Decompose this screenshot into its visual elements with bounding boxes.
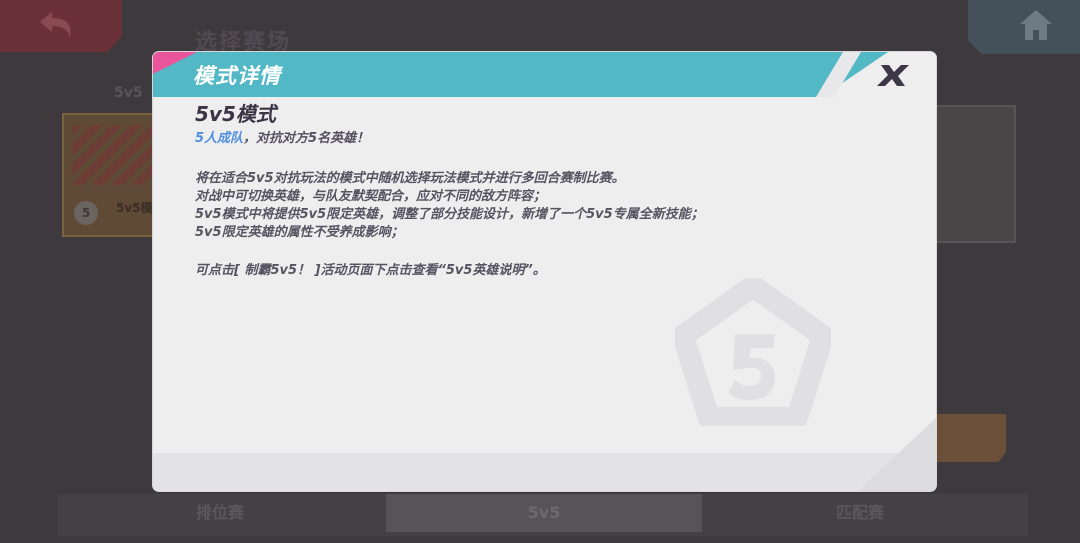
- description-line: 将在适合5v5对抗玩法的模式中随机选择玩法模式并进行多回合赛制比赛。: [195, 171, 625, 186]
- mode-details-modal: 模式详情 5v5模式 5人成队，对抗对方5名英雄！ 将在适合5v5对抗玩法的模式…: [153, 52, 936, 491]
- description-line: 5v5限定英雄的属性不受养成影响；: [195, 225, 404, 240]
- description-line: 对战中可切换英雄，与队友默契配合，应对不同的敌方阵容；: [195, 189, 547, 204]
- mode-tile-right[interactable]: [930, 105, 1016, 243]
- subtitle-highlight: 5人成队: [195, 131, 244, 146]
- home-button[interactable]: [968, 0, 1080, 54]
- close-x-icon: [877, 65, 909, 86]
- tab-ranked[interactable]: 排位赛: [150, 494, 290, 532]
- mode-subtitle: 5人成队，对抗对方5名英雄！: [195, 130, 895, 148]
- subtitle-rest: ，对抗对方5名英雄！: [243, 131, 370, 146]
- pentagon-5-emblem-icon: [672, 275, 834, 430]
- mode-tile-5v5[interactable]: 5 5v5模: [62, 113, 162, 237]
- mode-tab-label: 5v5: [114, 85, 143, 101]
- tile-badge: 5: [74, 201, 98, 225]
- modal-content: 5v5模式 5人成队，对抗对方5名英雄！ 将在适合5v5对抗玩法的模式中随机选择…: [195, 102, 895, 280]
- back-arrow-icon: [40, 12, 71, 38]
- tile-label: 5v5模: [116, 201, 153, 215]
- close-button[interactable]: [871, 58, 915, 92]
- modal-header: 模式详情: [153, 52, 936, 97]
- mode-name: 5v5模式: [195, 102, 276, 126]
- mode-description: 将在适合5v5对抗玩法的模式中随机选择玩法模式并进行多回合赛制比赛。 对战中可切…: [195, 170, 895, 242]
- hero-info-note: 可点击[ 制霸5v5！ ]活动页面下点击查看“5v5英雄说明”。: [195, 263, 546, 278]
- modal-footer: [153, 453, 936, 491]
- tile-art: [72, 125, 152, 185]
- back-button[interactable]: [0, 0, 122, 52]
- start-button-bg[interactable]: [930, 414, 1006, 462]
- modal-title: 模式详情: [193, 64, 281, 88]
- description-line: 5v5模式中将提供5v5限定英雄，调整了部分技能设计，新增了一个5v5专属全新技…: [195, 207, 704, 222]
- tab-5v5[interactable]: 5v5: [386, 494, 702, 532]
- home-icon: [1020, 10, 1052, 40]
- tab-match[interactable]: 匹配赛: [790, 494, 930, 532]
